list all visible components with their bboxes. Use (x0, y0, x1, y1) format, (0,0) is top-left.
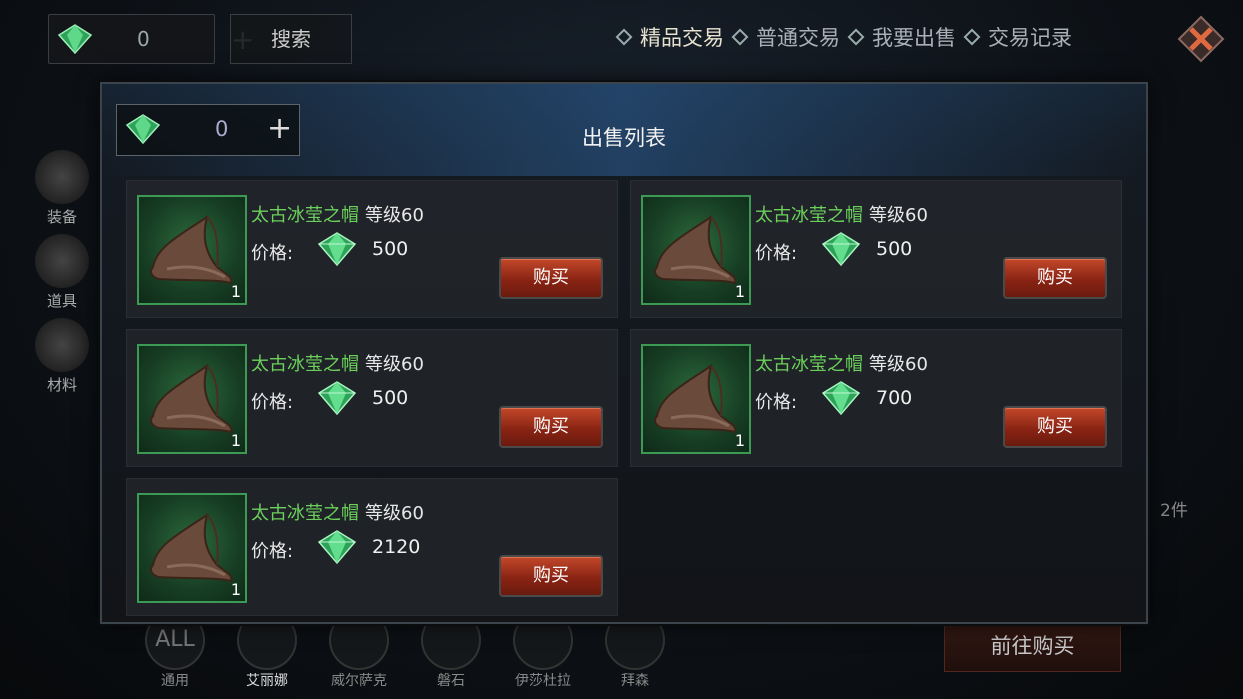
price-label: 价格: (251, 392, 294, 413)
item-name-line: 太古冰莹之帽 等级60 (251, 201, 424, 227)
side-tab-equipment[interactable]: 装备 (30, 150, 94, 227)
item-price: 500 (372, 387, 409, 409)
currency-display-top: 0 + (48, 14, 254, 64)
diamond-separator-icon (615, 28, 633, 46)
diamond-separator-icon (847, 28, 865, 46)
hero-label: 威尔萨克 (331, 673, 387, 689)
item-card: 1 太古冰莹之帽 等级60 价格: 500 购买 (630, 180, 1122, 318)
search-button[interactable]: 搜索 (230, 14, 352, 64)
tab-normal-trade[interactable]: 普通交易 (756, 22, 840, 52)
hero-label: 磐石 (437, 673, 465, 689)
item-price: 500 (876, 238, 913, 260)
emerald-gem-icon (821, 381, 861, 416)
item-thumbnail[interactable]: 1 (641, 344, 751, 454)
item-name: 太古冰莹之帽 (251, 354, 359, 375)
price-label: 价格: (755, 392, 798, 413)
item-quantity: 1 (734, 431, 745, 450)
item-thumbnail[interactable]: 1 (137, 195, 247, 305)
item-thumbnail[interactable]: 1 (641, 195, 751, 305)
price-label: 价格: (251, 243, 294, 264)
item-name-line: 太古冰莹之帽 等级60 (755, 201, 928, 227)
item-name: 太古冰莹之帽 (251, 503, 359, 524)
add-currency-button[interactable]: + (267, 111, 292, 146)
buy-button[interactable]: 购买 (1003, 406, 1107, 448)
item-name-line: 太古冰莹之帽 等级60 (251, 499, 424, 525)
emerald-gem-icon (317, 232, 357, 267)
side-tab-label: 装备 (46, 208, 77, 226)
buy-button[interactable]: 购买 (499, 257, 603, 299)
side-tab-materials[interactable]: 材料 (30, 318, 94, 395)
item-thumbnail[interactable]: 1 (137, 344, 247, 454)
hero-label: 艾丽娜 (246, 673, 288, 689)
item-price: 2120 (372, 536, 421, 558)
item-name: 太古冰莹之帽 (251, 205, 359, 226)
item-level: 等级60 (869, 354, 928, 375)
top-bar: 0 + 搜索 精品交易 普通交易 我要出售 交易记录 (0, 0, 1243, 80)
diamond-separator-icon (731, 28, 749, 46)
side-tab-label: 道具 (46, 292, 77, 310)
tab-sell[interactable]: 我要出售 (872, 22, 956, 52)
side-tab-items[interactable]: 道具 (30, 234, 94, 311)
emerald-gem-icon (317, 530, 357, 565)
item-card: 1 太古冰莹之帽 等级60 价格: 700 购买 (630, 329, 1122, 467)
item-price: 700 (876, 387, 913, 409)
item-level: 等级60 (365, 503, 424, 524)
witch-hat-icon (150, 363, 233, 434)
item-name: 太古冰莹之帽 (755, 354, 863, 375)
tab-trade-history[interactable]: 交易记录 (988, 22, 1072, 52)
hero-label: 通用 (161, 673, 189, 689)
item-quantity: 1 (230, 282, 241, 301)
item-price: 500 (372, 238, 409, 260)
close-icon[interactable] (1176, 14, 1226, 64)
item-quantity: 1 (230, 431, 241, 450)
item-level: 等级60 (869, 205, 928, 226)
material-bag-icon (35, 318, 89, 372)
price-label: 价格: (755, 243, 798, 264)
witch-hat-icon (150, 214, 233, 285)
emerald-gem-icon (317, 381, 357, 416)
item-level: 等级60 (365, 354, 424, 375)
item-name: 太古冰莹之帽 (755, 205, 863, 226)
buy-button[interactable]: 购买 (499, 555, 603, 597)
item-name-line: 太古冰莹之帽 等级60 (251, 350, 424, 376)
emerald-gem-icon (821, 232, 861, 267)
buy-button[interactable]: 购买 (1003, 257, 1107, 299)
item-card: 1 太古冰莹之帽 等级60 价格: 500 购买 (126, 329, 618, 467)
item-thumbnail[interactable]: 1 (137, 493, 247, 603)
trade-tabs: 精品交易 普通交易 我要出售 交易记录 (615, 22, 1072, 52)
item-name-line: 太古冰莹之帽 等级60 (755, 350, 928, 376)
currency-amount: 0 (137, 27, 150, 51)
side-tab-label: 材料 (46, 376, 77, 394)
item-count: 2件 (1160, 501, 1188, 521)
emerald-gem-icon (57, 24, 93, 55)
currency-display-modal: 0 + (116, 104, 300, 156)
buy-button[interactable]: 购买 (499, 406, 603, 448)
hero-label: 拜森 (621, 673, 649, 689)
item-card: 1 太古冰莹之帽 等级60 价格: 500 购买 (126, 180, 618, 318)
item-quantity: 1 (230, 580, 241, 599)
tab-premium-trade[interactable]: 精品交易 (640, 22, 724, 52)
witch-hat-icon (654, 363, 737, 434)
emerald-gem-icon (125, 114, 161, 145)
sell-list-modal: 出售列表 0 + 1 太古冰莹之帽 等级60 价格: 500 购买 1 太古冰莹… (100, 82, 1148, 624)
armor-icon (35, 150, 89, 204)
price-label: 价格: (251, 541, 294, 562)
hero-label: 伊莎杜拉 (515, 673, 571, 689)
witch-hat-icon (654, 214, 737, 285)
item-quantity: 1 (734, 282, 745, 301)
witch-hat-icon (150, 512, 233, 583)
item-card: 1 太古冰莹之帽 等级60 价格: 2120 购买 (126, 478, 618, 616)
potion-icon (35, 234, 89, 288)
item-level: 等级60 (365, 205, 424, 226)
diamond-separator-icon (963, 28, 981, 46)
goto-buy-button[interactable]: 前往购买 (944, 620, 1121, 672)
currency-amount: 0 (215, 117, 229, 141)
